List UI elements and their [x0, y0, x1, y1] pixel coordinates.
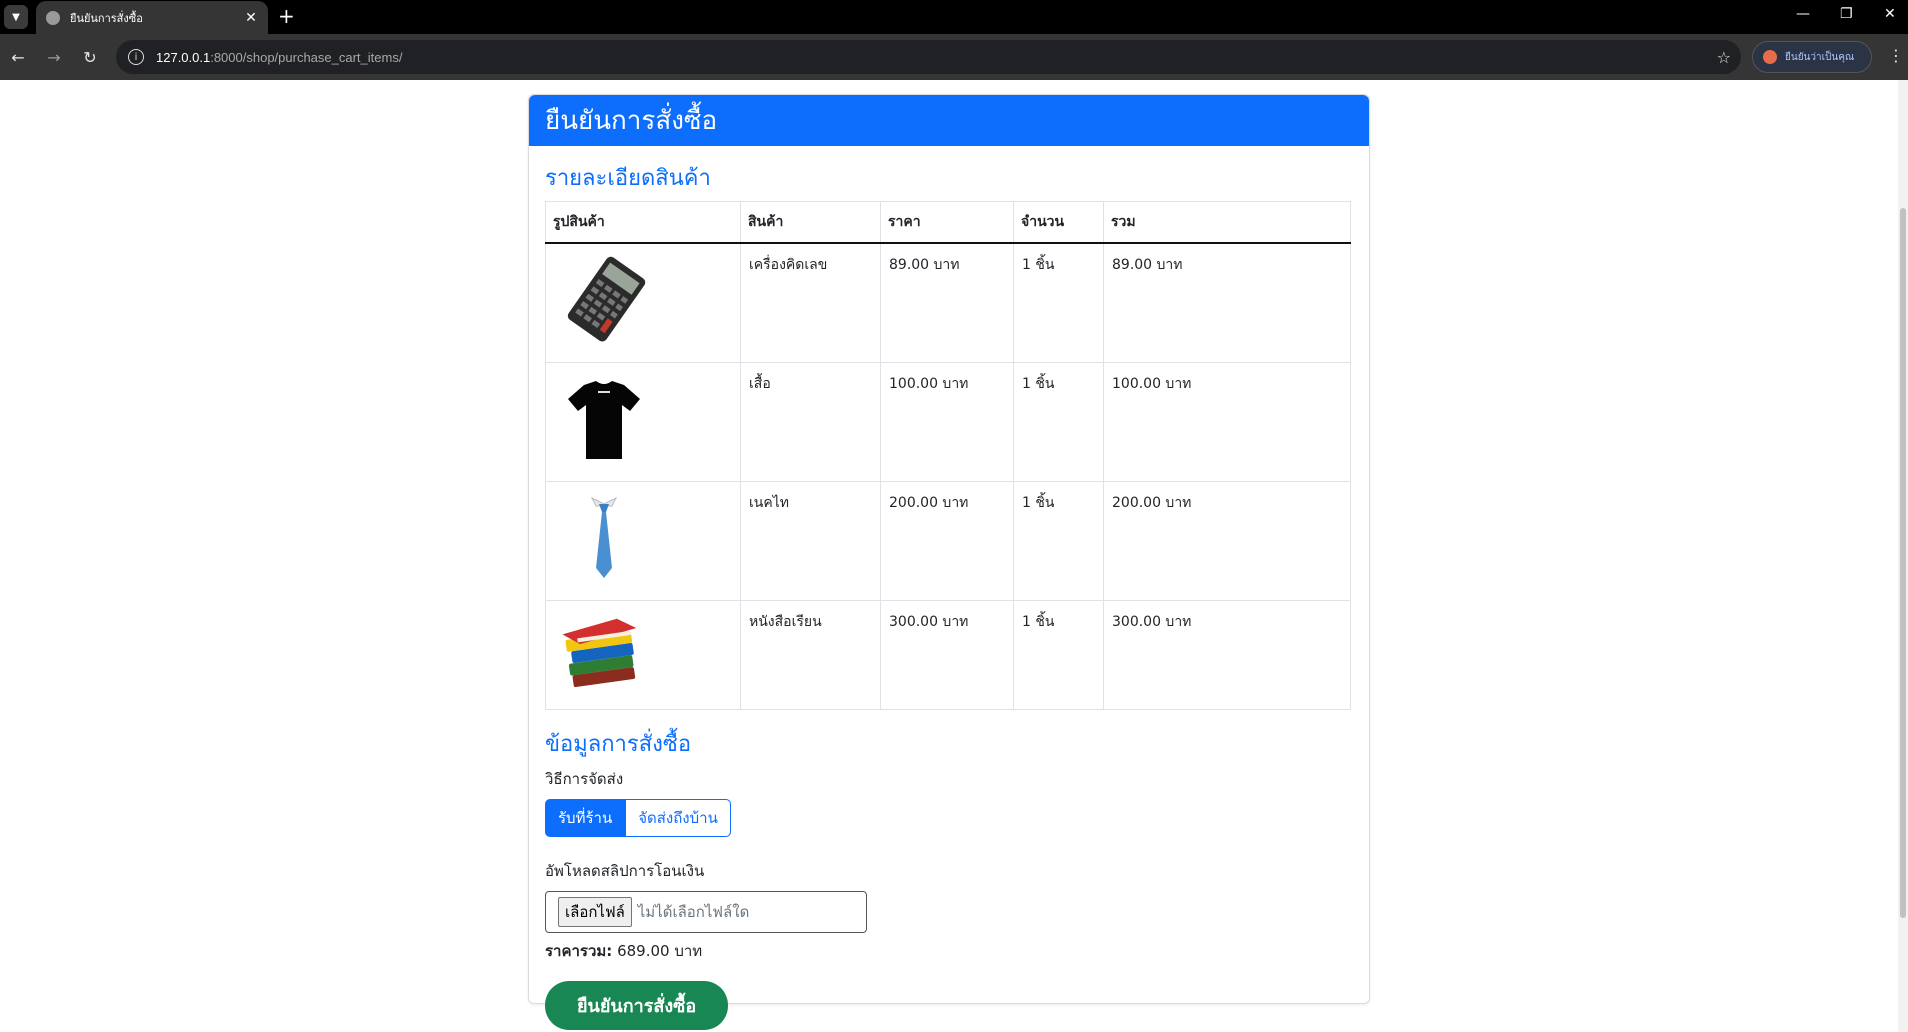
choose-file-button[interactable]: เลือกไฟล์: [558, 897, 632, 927]
browser-tab[interactable]: ยืนยันการสั่งซื้อ ✕: [36, 1, 268, 34]
details-heading: รายละเอียดสินค้า: [545, 166, 711, 191]
profile-button[interactable]: ยืนยันว่าเป็นคุณ: [1752, 41, 1872, 73]
table-row: หนังสือเรียน 300.00 บาท 1 ชิ้น 300.00 บา…: [545, 600, 1351, 710]
shipping-label: วิธีการจัดส่ง: [545, 770, 624, 788]
table-header-row: รูปสินค้า สินค้า ราคา จำนวน รวม: [545, 201, 1351, 244]
product-price: 200.00 บาท: [880, 481, 1014, 601]
product-price: 89.00 บาท: [880, 242, 1014, 363]
product-price: 100.00 บาท: [880, 362, 1014, 482]
table-row: เครื่องคิดเลข 89.00 บาท 1 ชิ้น 89.00 บาท: [545, 242, 1351, 363]
col-qty: จำนวน: [1013, 201, 1104, 244]
globe-icon: [46, 10, 60, 25]
product-image-cell: [545, 362, 741, 482]
upload-label: อัพโหลดสลิปการโอนเงิน: [545, 862, 705, 880]
col-price: ราคา: [880, 201, 1014, 244]
table-row: เนคไท 200.00 บาท 1 ชิ้น 200.00 บาท: [545, 481, 1351, 601]
col-product: สินค้า: [740, 201, 881, 244]
table-row: เสื้อ 100.00 บาท 1 ชิ้น 100.00 บาท: [545, 362, 1351, 482]
scrollbar-thumb[interactable]: [1900, 208, 1906, 918]
product-image-cell: [545, 600, 741, 710]
tshirt-image: [568, 381, 640, 459]
confirm-order-button[interactable]: ยืนยันการสั่งซื้อ: [545, 981, 729, 1030]
star-icon[interactable]: ☆: [1717, 48, 1731, 67]
file-status: ไม่ได้เลือกไฟล์ใด: [637, 903, 750, 921]
product-name: หนังสือเรียน: [740, 600, 881, 710]
books-image: [562, 618, 637, 688]
url-text: 127.0.0.1:8000/shop/purchase_cart_items/: [156, 49, 403, 65]
order-info-heading: ข้อมูลการสั่งซื้อ: [545, 732, 692, 757]
restore-icon[interactable]: ❐: [1840, 6, 1853, 22]
product-total: 100.00 บาท: [1103, 362, 1351, 482]
product-total: 89.00 บาท: [1103, 242, 1351, 363]
product-qty: 1 ชิ้น: [1013, 362, 1104, 482]
browser-toolbar: ← → ↻ i 127.0.0.1:8000/shop/purchase_car…: [0, 34, 1908, 80]
product-qty: 1 ชิ้น: [1013, 242, 1104, 363]
tab-list-icon[interactable]: ▼: [4, 5, 28, 29]
info-icon[interactable]: i: [128, 49, 144, 65]
col-image: รูปสินค้า: [545, 201, 741, 244]
product-name: เครื่องคิดเลข: [740, 242, 881, 363]
order-total: ราคารวม: 689.00 บาท: [545, 939, 1353, 963]
slip-file-input[interactable]: เลือกไฟล์ ไม่ได้เลือกไฟล์ใด: [545, 891, 867, 933]
product-qty: 1 ชิ้น: [1013, 600, 1104, 710]
total-value: 689.00 บาท: [617, 942, 703, 960]
address-bar[interactable]: i 127.0.0.1:8000/shop/purchase_cart_item…: [116, 40, 1741, 74]
product-total: 300.00 บาท: [1103, 600, 1351, 710]
forward-icon[interactable]: →: [42, 45, 66, 69]
product-image-cell: [545, 481, 741, 601]
items-table: รูปสินค้า สินค้า ราคา จำนวน รวม เครื่องค…: [545, 201, 1351, 710]
plus-icon[interactable]: +: [278, 4, 295, 28]
close-icon[interactable]: ✕: [242, 10, 260, 26]
product-qty: 1 ชิ้น: [1013, 481, 1104, 601]
more-icon[interactable]: ⋮: [1888, 46, 1904, 65]
total-label: ราคารวม:: [545, 942, 613, 960]
pickup-option-button[interactable]: รับที่ร้าน: [545, 799, 626, 837]
calculator-image: [567, 256, 646, 342]
minimize-icon[interactable]: —: [1796, 6, 1810, 22]
product-total: 200.00 บาท: [1103, 481, 1351, 601]
order-card: ยืนยันการสั่งซื้อ รายละเอียดสินค้า รูปสิ…: [528, 94, 1370, 1030]
delivery-option-button[interactable]: จัดส่งถึงบ้าน: [625, 799, 731, 837]
product-image-cell: [545, 242, 741, 363]
back-icon[interactable]: ←: [6, 45, 30, 69]
page-viewport: ยืนยันการสั่งซื้อ รายละเอียดสินค้า รูปสิ…: [0, 80, 1908, 1032]
product-name: เนคไท: [740, 481, 881, 601]
shipping-toggle: รับที่ร้าน จัดส่งถึงบ้าน: [545, 799, 1353, 837]
necktie-image: [590, 496, 618, 578]
col-total: รวม: [1103, 201, 1351, 244]
reload-icon[interactable]: ↻: [78, 45, 102, 69]
profile-label: ยืนยันว่าเป็นคุณ: [1785, 51, 1855, 63]
page-scrollbar[interactable]: [1898, 80, 1908, 1032]
tab-strip: ▼ ยืนยันการสั่งซื้อ ✕ + — ❐ ✕: [0, 0, 1908, 34]
product-price: 300.00 บาท: [880, 600, 1014, 710]
tab-title: ยืนยันการสั่งซื้อ: [70, 11, 143, 25]
page-title: ยืนยันการสั่งซื้อ: [529, 95, 1369, 146]
close-window-icon[interactable]: ✕: [1884, 6, 1896, 22]
avatar: [1763, 50, 1777, 64]
product-name: เสื้อ: [740, 362, 881, 482]
